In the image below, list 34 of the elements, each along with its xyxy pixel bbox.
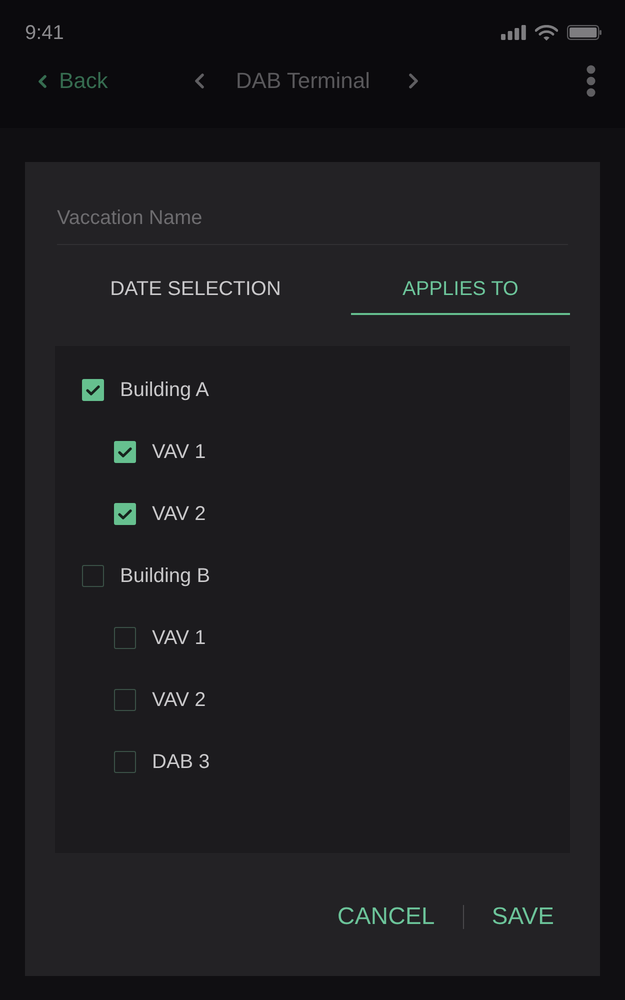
next-button[interactable] bbox=[408, 73, 420, 89]
more-menu-button[interactable] bbox=[585, 65, 597, 97]
checkbox[interactable] bbox=[114, 689, 136, 711]
checkbox-label: Building B bbox=[120, 564, 210, 588]
check-icon bbox=[118, 508, 132, 520]
checkbox[interactable] bbox=[114, 751, 136, 773]
checkbox-label: Building A bbox=[120, 378, 209, 402]
chevron-left-icon bbox=[38, 74, 47, 88]
check-icon bbox=[118, 446, 132, 458]
previous-button[interactable] bbox=[194, 73, 205, 89]
checkbox[interactable] bbox=[114, 503, 136, 525]
checkbox[interactable] bbox=[114, 627, 136, 649]
cancel-button[interactable]: CANCEL bbox=[337, 902, 435, 930]
checkbox-label: VAV 2 bbox=[152, 502, 206, 526]
tab[interactable]: DATE SELECTION bbox=[40, 265, 351, 315]
checkbox[interactable] bbox=[114, 441, 136, 463]
signal-icon bbox=[501, 25, 526, 40]
checkbox[interactable] bbox=[82, 379, 104, 401]
save-button[interactable]: SAVE bbox=[492, 902, 554, 930]
status-time: 9:41 bbox=[25, 20, 64, 44]
tab[interactable]: APPLIES TO bbox=[351, 265, 570, 315]
battery-icon bbox=[567, 25, 602, 40]
chevron-left-icon bbox=[194, 73, 205, 89]
checkbox-label: VAV 1 bbox=[152, 440, 206, 464]
checkbox[interactable] bbox=[82, 565, 104, 587]
vacation-name-field[interactable]: Vaccation Name bbox=[57, 198, 568, 245]
kebab-menu-icon bbox=[586, 65, 596, 97]
checkbox-label: DAB 3 bbox=[152, 750, 210, 774]
page-title: DAB Terminal bbox=[236, 68, 370, 94]
check-icon bbox=[86, 384, 100, 396]
checkbox-label: VAV 1 bbox=[152, 626, 206, 650]
chevron-right-icon bbox=[408, 73, 420, 89]
checkbox-label: VAV 2 bbox=[152, 688, 206, 712]
wifi-icon bbox=[535, 24, 558, 40]
